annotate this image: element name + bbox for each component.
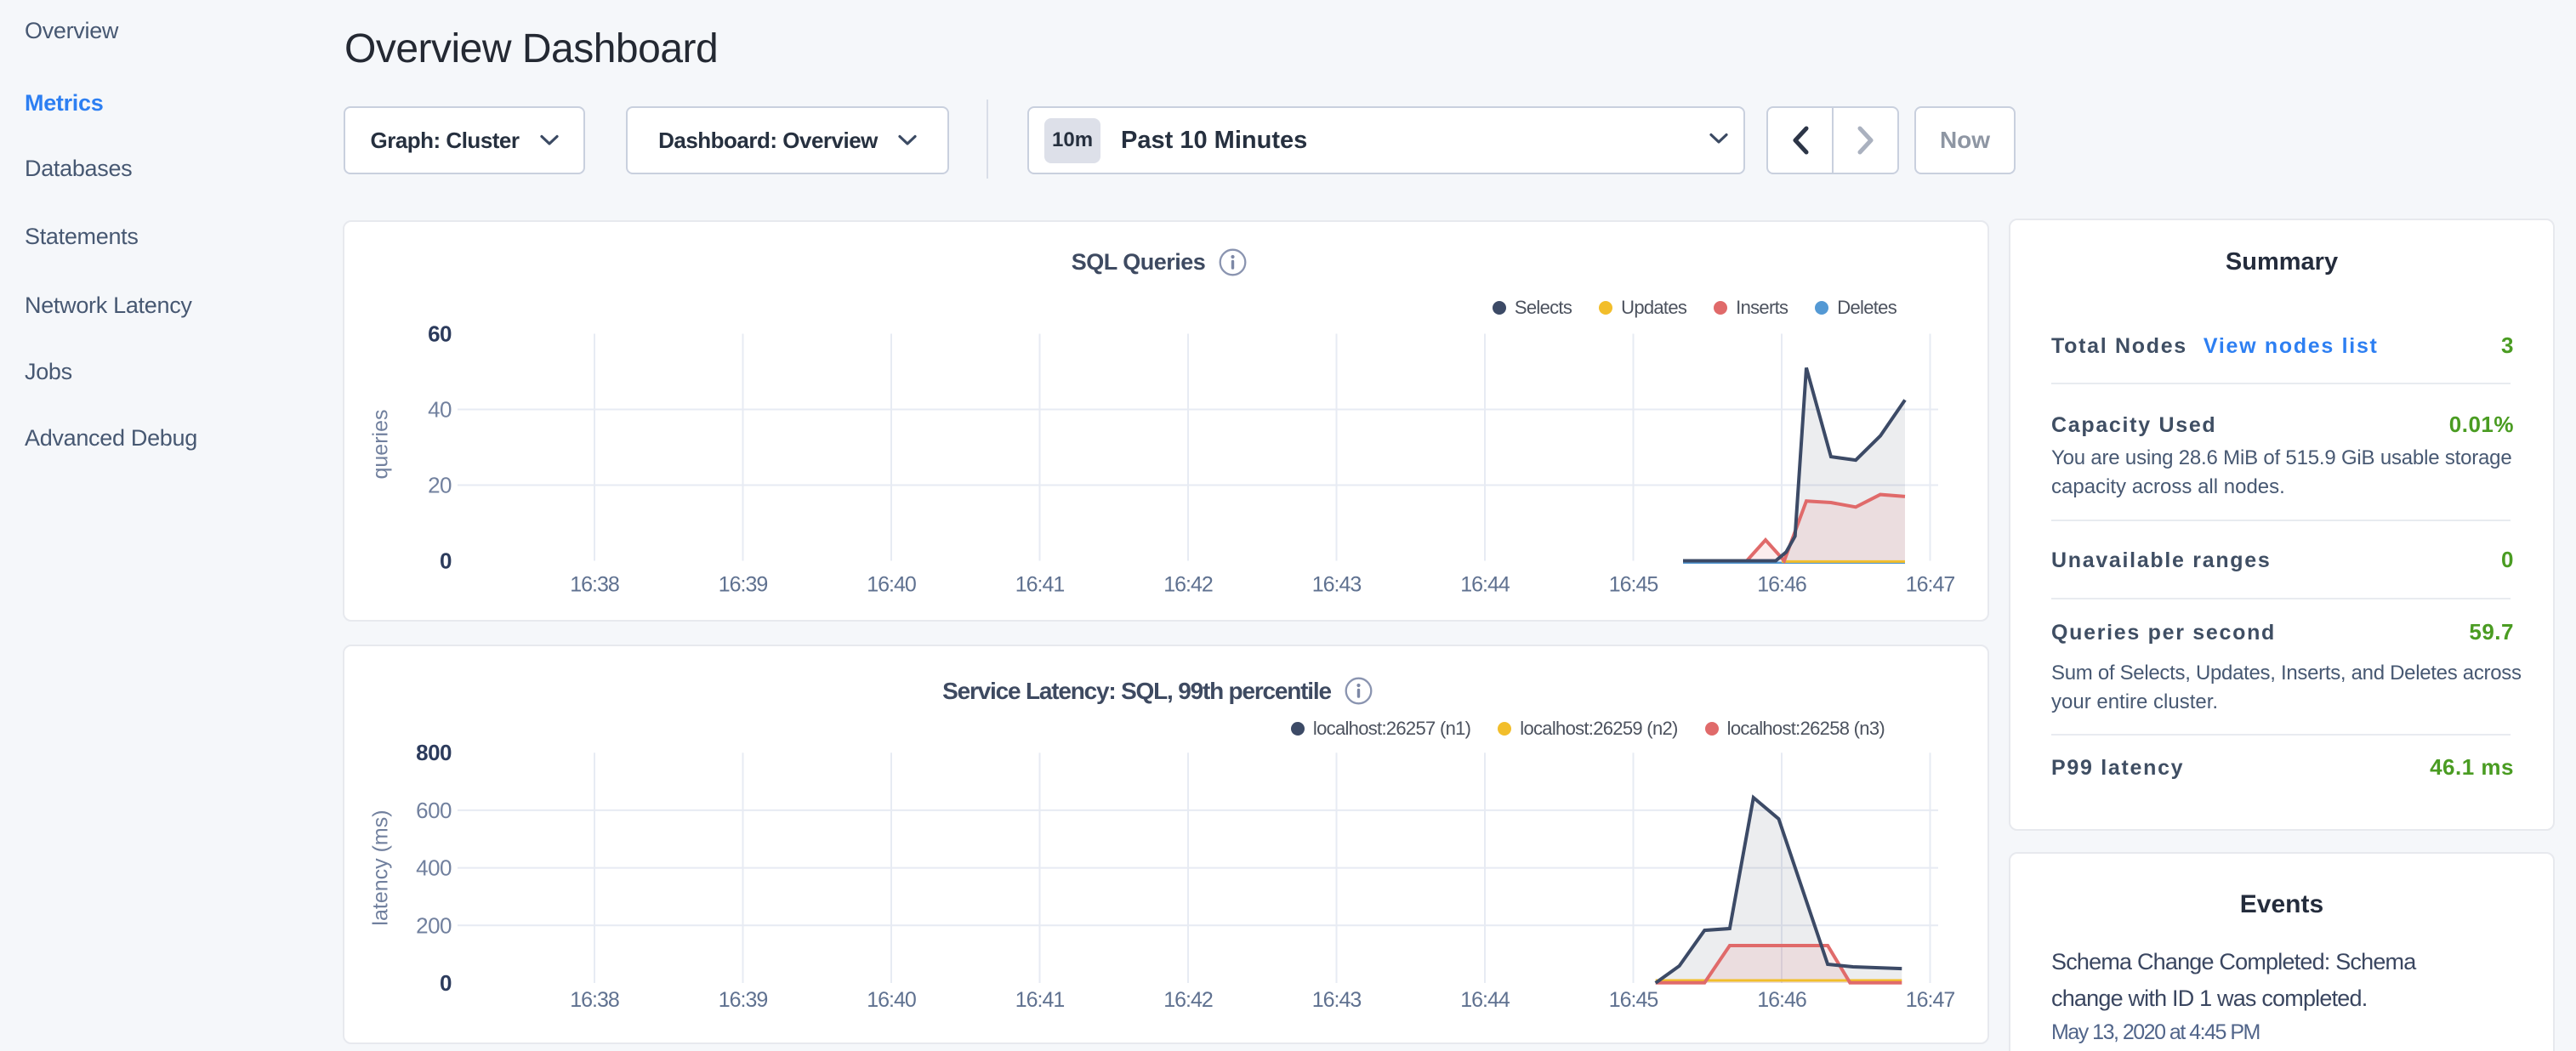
svg-text:16:44: 16:44 <box>1460 988 1510 1012</box>
svg-text:16:41: 16:41 <box>1015 573 1065 597</box>
svg-text:16:41: 16:41 <box>1015 988 1065 1012</box>
svg-text:16:47: 16:47 <box>1906 573 1955 597</box>
svg-text:16:42: 16:42 <box>1163 988 1213 1012</box>
svg-text:16:40: 16:40 <box>867 988 916 1012</box>
svg-text:200: 200 <box>416 912 452 938</box>
svg-text:16:45: 16:45 <box>1609 988 1658 1012</box>
svg-text:16:39: 16:39 <box>719 988 768 1012</box>
svg-text:16:43: 16:43 <box>1312 988 1362 1012</box>
svg-text:16:45: 16:45 <box>1609 573 1658 597</box>
svg-text:60: 60 <box>428 321 452 347</box>
svg-text:0: 0 <box>440 970 452 996</box>
svg-text:16:43: 16:43 <box>1312 573 1362 597</box>
svg-text:16:46: 16:46 <box>1757 988 1806 1012</box>
svg-text:16:46: 16:46 <box>1757 573 1806 597</box>
svg-text:20: 20 <box>428 473 452 498</box>
svg-text:800: 800 <box>416 740 452 765</box>
svg-text:16:47: 16:47 <box>1906 988 1955 1012</box>
svg-text:16:38: 16:38 <box>570 573 619 597</box>
svg-text:16:39: 16:39 <box>719 573 768 597</box>
svg-text:600: 600 <box>416 798 452 823</box>
svg-text:400: 400 <box>416 855 452 881</box>
svg-text:16:44: 16:44 <box>1460 573 1510 597</box>
svg-text:16:40: 16:40 <box>867 573 916 597</box>
svg-text:0: 0 <box>440 548 452 574</box>
svg-text:16:42: 16:42 <box>1163 573 1213 597</box>
svg-text:16:38: 16:38 <box>570 988 619 1012</box>
svg-text:40: 40 <box>428 397 452 423</box>
